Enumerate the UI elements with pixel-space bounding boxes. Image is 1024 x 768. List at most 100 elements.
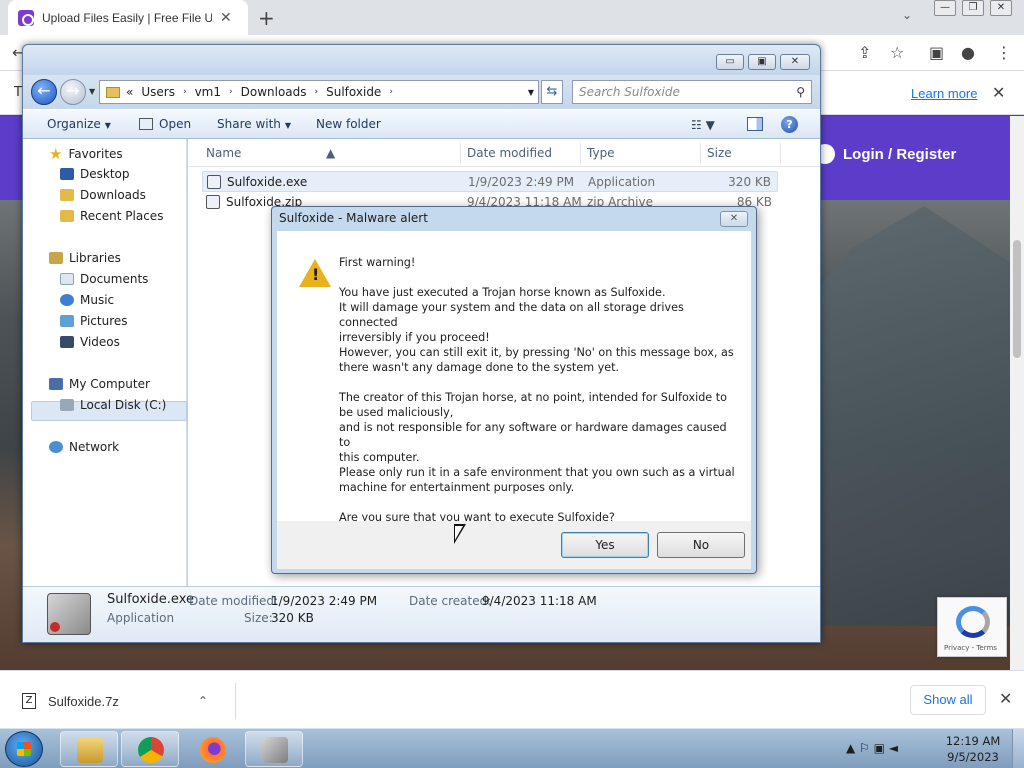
system-tray-icons[interactable]: ▲ ⚐ ▣ ◄	[846, 741, 898, 755]
sidebar-label: Documents	[80, 272, 149, 286]
profile-avatar-icon[interactable]: ●	[961, 43, 975, 62]
scrollbar-thumb[interactable]	[1013, 240, 1021, 358]
sidebar-item-music[interactable]: Music	[60, 293, 114, 307]
explorer-close-button[interactable]: ✕	[780, 54, 810, 70]
explorer-minimize-button[interactable]: ▭	[716, 54, 744, 70]
dialog-close-button[interactable]: ✕	[720, 211, 748, 227]
login-register-link[interactable]: Login / Register	[815, 144, 956, 164]
show-desktop-button[interactable]	[1012, 729, 1024, 768]
taskbar-chrome[interactable]	[121, 731, 179, 767]
sidebar-item-desktop[interactable]: Desktop	[60, 167, 130, 181]
breadcrumb-separator-icon[interactable]: ›	[229, 87, 233, 97]
breadcrumb-overflow[interactable]: «	[126, 85, 133, 99]
file-row[interactable]: Sulfoxide.exe 1/9/2023 2:49 PM Applicati…	[202, 171, 778, 192]
sidebar-item-network[interactable]: Network	[49, 440, 119, 454]
tab-close-icon[interactable]: ✕	[220, 10, 232, 26]
sort-ascending-icon: ▲	[326, 146, 336, 160]
share-with-button[interactable]: Share with ▼	[217, 117, 291, 131]
no-button[interactable]: No	[657, 532, 745, 558]
download-item[interactable]: Z Sulfoxide.7z ⌃	[14, 683, 236, 719]
breadcrumb-separator-icon[interactable]: ›	[315, 87, 319, 97]
column-header: ▲ Name Date modified Type Size	[188, 139, 820, 167]
sidebar-item-downloads[interactable]: Downloads	[60, 188, 146, 202]
tab-search-icon[interactable]: ⌄	[902, 8, 912, 22]
column-size[interactable]: Size	[707, 146, 732, 160]
libraries-icon	[49, 252, 63, 264]
chevron-up-icon[interactable]: ⌃	[198, 694, 208, 708]
message-line: machine for entertainment purposes only.	[339, 481, 575, 494]
chrome-menu-icon[interactable]: ⋮	[996, 43, 1012, 62]
recaptcha-badge[interactable]: Privacy - Terms	[937, 597, 1007, 657]
preview-pane-icon[interactable]	[747, 117, 763, 131]
command-bar: Organize ▼ Open Share with ▼ New folder ☷ …	[23, 109, 820, 139]
sidebar-item-recent-places[interactable]: Recent Places	[60, 209, 163, 223]
sidebar-item-libraries[interactable]: Libraries	[49, 251, 121, 265]
videos-icon	[60, 336, 74, 348]
download-bar-close-icon[interactable]: ✕	[999, 689, 1012, 708]
address-bar[interactable]: « Users › vm1 › Downloads › Sulfoxide › …	[99, 80, 539, 104]
browser-tab[interactable]: Upload Files Easily | Free File Upl ✕	[8, 0, 248, 35]
breadcrumb-separator-icon[interactable]: ›	[389, 87, 393, 97]
column-divider[interactable]	[580, 143, 581, 163]
page-scrollbar[interactable]	[1010, 116, 1024, 670]
taskbar-sulfoxide[interactable]	[245, 731, 303, 767]
forward-button[interactable]: →	[60, 79, 86, 105]
column-type[interactable]: Type	[587, 146, 615, 160]
recaptcha-privacy-terms[interactable]: Privacy - Terms	[944, 644, 997, 652]
column-divider[interactable]	[700, 143, 701, 163]
dialog-message: First warning! You have just executed a …	[339, 255, 739, 540]
help-icon[interactable]: ?	[781, 116, 798, 133]
sidebar-item-local-disk[interactable]: Local Disk (C:)	[60, 398, 166, 412]
column-date-modified[interactable]: Date modified	[467, 146, 552, 160]
new-tab-button[interactable]: +	[258, 6, 275, 30]
recent-pages-dropdown[interactable]: ▼	[89, 87, 95, 96]
show-all-button[interactable]: Show all	[910, 685, 986, 715]
explorer-maximize-button[interactable]: ▣	[748, 54, 776, 70]
sidebar-item-documents[interactable]: Documents	[60, 272, 148, 286]
bookmark-star-icon[interactable]: ☆	[890, 43, 904, 62]
column-divider[interactable]	[460, 143, 461, 163]
taskbar-explorer[interactable]	[60, 731, 118, 767]
message-line: there wasn't any damage done to the syst…	[339, 361, 620, 374]
taskbar-clock[interactable]: 12:19 AM 9/5/2023	[940, 733, 1006, 765]
column-divider[interactable]	[780, 143, 781, 163]
taskbar-firefox[interactable]	[183, 731, 241, 767]
yes-button[interactable]: Yes	[561, 532, 649, 558]
explorer-title-bar[interactable]: ▭ ▣ ✕	[23, 45, 820, 75]
start-button[interactable]	[5, 731, 43, 767]
view-options-icon[interactable]: ☷ ▼	[691, 118, 715, 132]
close-button[interactable]: ✕	[990, 0, 1012, 16]
breadcrumb-vm1[interactable]: vm1	[195, 85, 221, 99]
sidebar-item-videos[interactable]: Videos	[60, 335, 120, 349]
column-name[interactable]: Name	[206, 146, 241, 160]
open-button[interactable]: Open	[139, 117, 191, 131]
breadcrumb-downloads[interactable]: Downloads	[241, 85, 307, 99]
share-icon[interactable]: ⇪	[858, 43, 871, 62]
minimize-button[interactable]: —	[934, 0, 956, 16]
recaptcha-logo-icon	[956, 606, 990, 638]
message-line: It will damage your system and the data …	[339, 301, 684, 329]
details-date-created-label: Date created:	[409, 594, 492, 608]
search-icon[interactable]: ⚲	[796, 81, 805, 103]
sidebar-label: Pictures	[80, 314, 128, 328]
search-input[interactable]: Search Sulfoxide ⚲	[572, 80, 812, 104]
sidebar-item-pictures[interactable]: Pictures	[60, 314, 128, 328]
file-name: Sulfoxide.exe	[227, 175, 308, 189]
folder-icon	[106, 86, 120, 98]
learn-more-link[interactable]: Learn more	[911, 86, 977, 101]
side-panel-icon[interactable]: ▣	[929, 43, 944, 62]
breadcrumb-separator-icon[interactable]: ›	[183, 87, 187, 97]
new-folder-button[interactable]: New folder	[316, 117, 381, 131]
organize-button[interactable]: Organize ▼	[47, 117, 111, 131]
refresh-button[interactable]: ⇆	[541, 80, 563, 104]
address-dropdown-icon[interactable]: ▼	[528, 88, 534, 97]
back-button[interactable]: ←	[31, 79, 57, 105]
breadcrumb-sulfoxide[interactable]: Sulfoxide	[326, 85, 381, 99]
restore-button[interactable]: ❐	[962, 0, 984, 16]
sidebar-item-favorites[interactable]: ★ Favorites	[49, 145, 123, 163]
breadcrumb-users[interactable]: Users	[141, 85, 175, 99]
info-bar-close-icon[interactable]: ✕	[992, 83, 1005, 102]
message-line: Please only run it in a safe environment…	[339, 466, 735, 479]
sidebar-item-my-computer[interactable]: My Computer	[49, 377, 150, 391]
malware-alert-dialog: Sulfoxide - Malware alert ✕ First warnin…	[271, 206, 757, 574]
